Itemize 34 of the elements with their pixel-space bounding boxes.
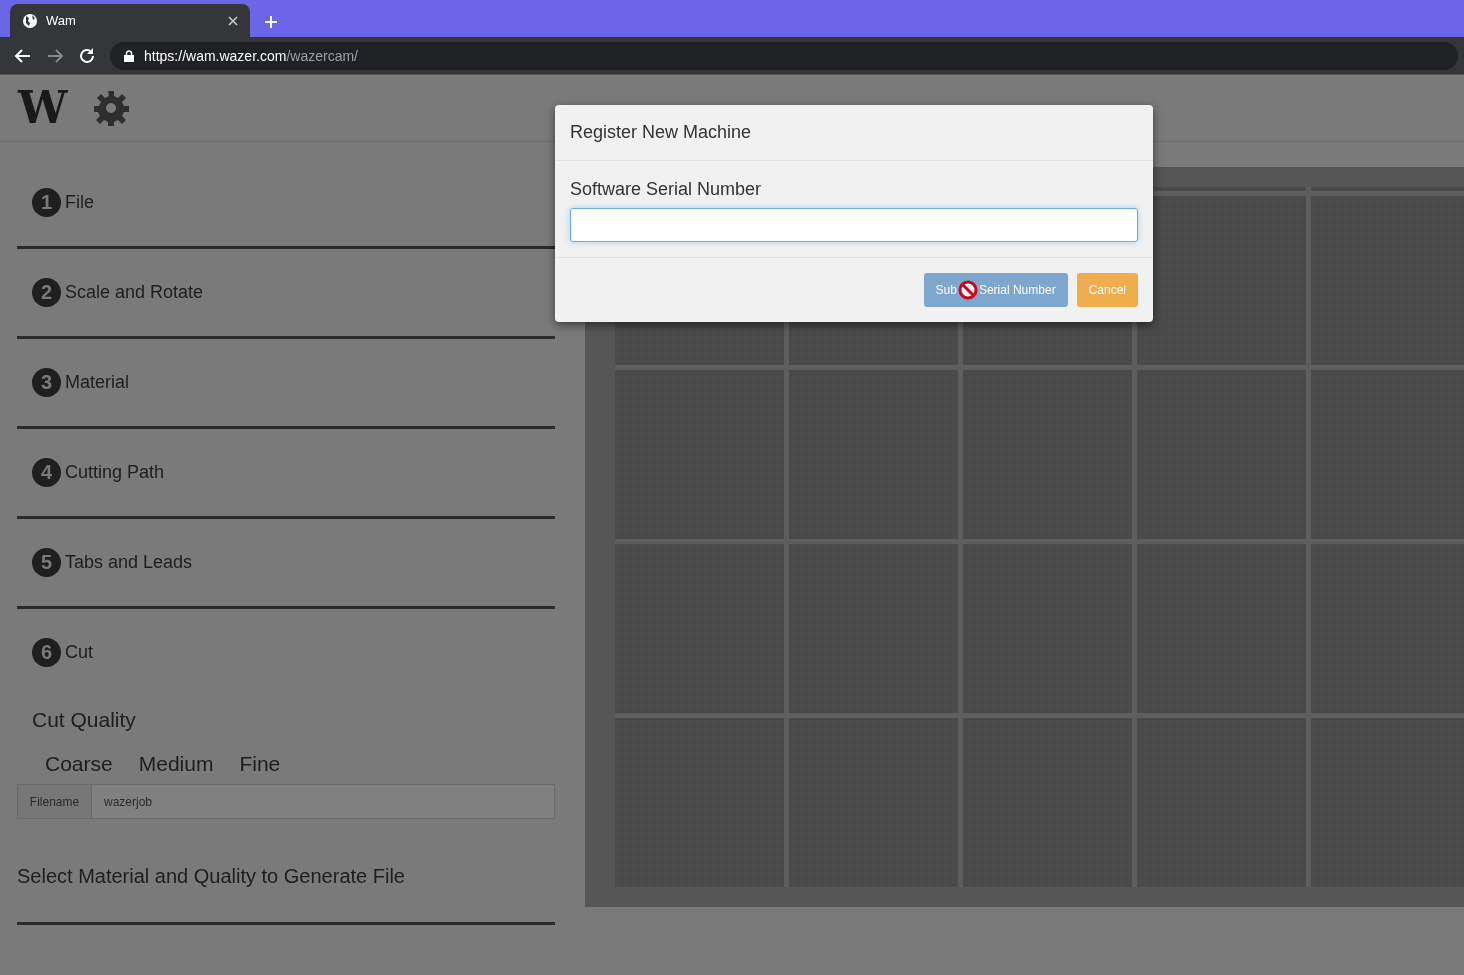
quality-option[interactable]: Coarse	[45, 752, 113, 776]
back-arrow-icon[interactable]	[14, 46, 32, 65]
new-tab-icon[interactable]	[264, 15, 278, 29]
step-label[interactable]: Cut	[65, 642, 93, 663]
step-number: 3	[32, 368, 61, 397]
step-number: 2	[32, 278, 61, 307]
field-label: Software Serial Number	[570, 179, 763, 200]
browser-tab[interactable]: Wam	[10, 4, 250, 37]
globe-icon	[22, 12, 38, 29]
status-message: Select Material and Quality to Generate File	[17, 865, 555, 925]
step-number: 4	[32, 458, 61, 487]
step-number: 5	[32, 548, 61, 577]
reload-icon[interactable]	[78, 46, 96, 65]
step-number: 1	[32, 188, 61, 217]
serial-number-field[interactable]	[570, 208, 1138, 242]
quality-option[interactable]: Medium	[138, 752, 214, 776]
dialog-title: Register New Machine	[570, 122, 752, 142]
cancel-button[interactable]: Cancel	[1076, 273, 1138, 307]
logo: W	[18, 86, 68, 130]
not-allowed-icon	[957, 280, 978, 300]
step-label[interactable]: Cutting Path	[65, 462, 165, 483]
step-label[interactable]: Tabs and Leads	[65, 552, 193, 573]
step-number: 6	[32, 638, 61, 667]
section-title: Cut Quality	[32, 708, 137, 732]
step-label[interactable]: Material	[65, 372, 130, 393]
settings-icon[interactable]	[93, 90, 130, 126]
submit-button[interactable]: Sub Serial Number	[923, 273, 1068, 307]
lock-icon	[124, 49, 134, 62]
forward-arrow-icon[interactable]	[46, 46, 64, 65]
address-bar[interactable]: https://wam.wazer.com/wazercam/	[110, 41, 1458, 70]
step-label[interactable]: File	[65, 192, 94, 213]
close-icon[interactable]	[228, 15, 238, 26]
quality-option[interactable]: Fine	[239, 752, 281, 776]
step-label[interactable]: Scale and Rotate	[65, 282, 204, 303]
